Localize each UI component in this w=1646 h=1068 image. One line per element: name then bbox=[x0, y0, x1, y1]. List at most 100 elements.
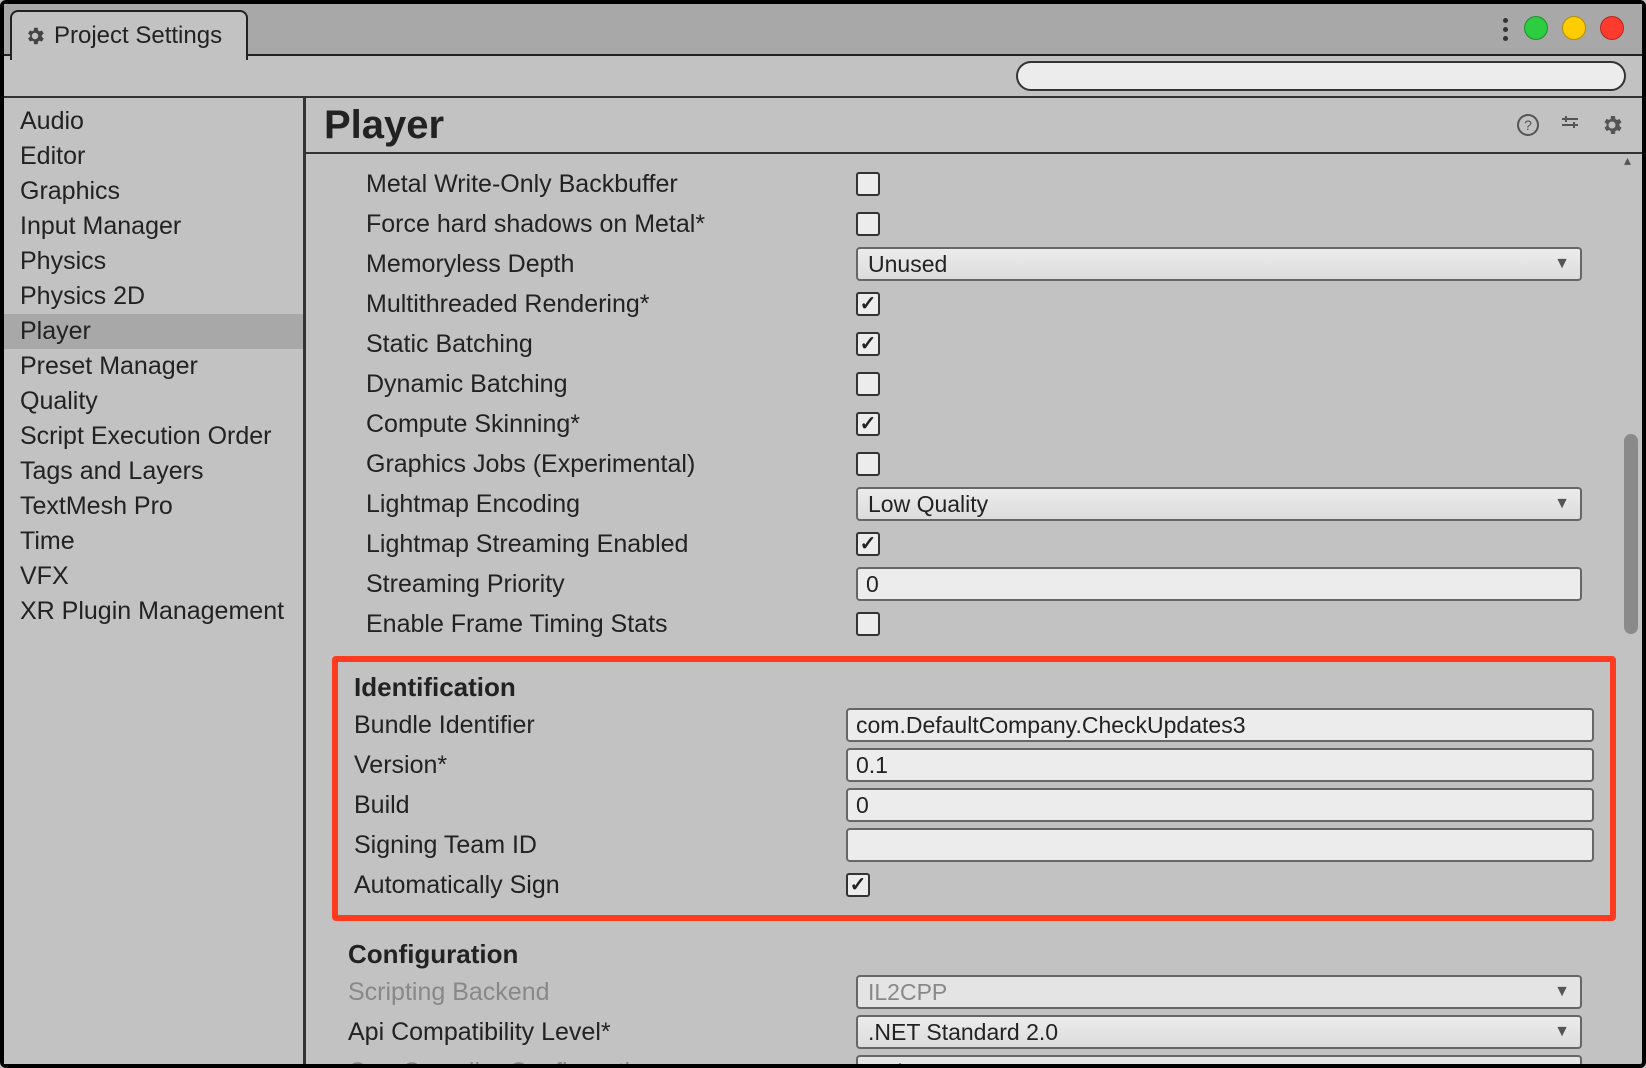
window-controls bbox=[1524, 16, 1624, 40]
settings-icon[interactable] bbox=[1600, 113, 1624, 137]
setting-label: Build bbox=[354, 791, 838, 820]
checkbox[interactable] bbox=[856, 532, 880, 556]
maximize-button[interactable] bbox=[1524, 16, 1548, 40]
kebab-menu-icon[interactable] bbox=[1503, 18, 1508, 41]
setting-label: Automatically Sign bbox=[354, 871, 838, 900]
main-header: Player ? bbox=[306, 98, 1642, 154]
minimize-button[interactable] bbox=[1562, 16, 1586, 40]
gear-icon bbox=[24, 25, 46, 47]
text-input[interactable] bbox=[856, 567, 1582, 601]
sidebar-item-script-execution-order[interactable]: Script Execution Order bbox=[4, 419, 303, 454]
checkbox[interactable] bbox=[856, 212, 880, 236]
scrollbar-thumb[interactable] bbox=[1624, 434, 1638, 634]
setting-label: Metal Write-Only Backbuffer bbox=[348, 170, 848, 199]
setting-row: Signing Team ID bbox=[354, 825, 1594, 865]
dropdown[interactable]: .NET Standard 2.0 ▼ bbox=[856, 1015, 1582, 1049]
sidebar-item-preset-manager[interactable]: Preset Manager bbox=[4, 349, 303, 384]
tab-title: Project Settings bbox=[54, 22, 222, 50]
dropdown-value: Unused bbox=[868, 251, 947, 278]
setting-row: Multithreaded Rendering* bbox=[348, 284, 1582, 324]
setting-row: Scripting Backend IL2CPP▼ bbox=[348, 972, 1582, 1012]
setting-row: Version* bbox=[354, 745, 1594, 785]
sidebar-item-editor[interactable]: Editor bbox=[4, 139, 303, 174]
setting-row: Api Compatibility Level*.NET Standard 2.… bbox=[348, 1012, 1582, 1052]
scrollbar-vertical[interactable] bbox=[1622, 154, 1640, 1064]
page-title: Player bbox=[324, 103, 444, 148]
preset-icon[interactable] bbox=[1558, 113, 1582, 137]
chevron-down-icon: ▼ bbox=[1554, 983, 1570, 1001]
setting-label: Force hard shadows on Metal* bbox=[348, 210, 848, 239]
checkbox[interactable] bbox=[856, 172, 880, 196]
setting-label: Enable Frame Timing Stats bbox=[348, 610, 848, 639]
setting-row: Lightmap EncodingLow Quality▼ bbox=[348, 484, 1582, 524]
setting-label: Compute Skinning* bbox=[348, 410, 848, 439]
checkbox[interactable] bbox=[856, 292, 880, 316]
setting-label: Memoryless Depth bbox=[348, 250, 848, 279]
setting-row: Force hard shadows on Metal* bbox=[348, 204, 1582, 244]
sidebar-item-input-manager[interactable]: Input Manager bbox=[4, 209, 303, 244]
setting-row: Metal Write-Only Backbuffer bbox=[348, 164, 1582, 204]
dropdown: IL2CPP▼ bbox=[856, 975, 1582, 1009]
setting-row: Graphics Jobs (Experimental) bbox=[348, 444, 1582, 484]
setting-row: Enable Frame Timing Stats bbox=[348, 604, 1582, 644]
tab-project-settings[interactable]: Project Settings bbox=[10, 10, 248, 60]
identification-highlight: Identification Bundle Identifier Version*… bbox=[332, 656, 1616, 921]
sidebar-item-physics[interactable]: Physics bbox=[4, 244, 303, 279]
close-button[interactable] bbox=[1600, 16, 1624, 40]
setting-label: Streaming Priority bbox=[348, 570, 848, 599]
search-row bbox=[4, 56, 1642, 98]
text-input[interactable] bbox=[846, 788, 1594, 822]
dropdown[interactable]: Unused ▼ bbox=[856, 247, 1582, 281]
dropdown[interactable]: Low Quality ▼ bbox=[856, 487, 1582, 521]
setting-row: Streaming Priority bbox=[348, 564, 1582, 604]
chevron-down-icon: ▼ bbox=[1554, 1063, 1570, 1064]
dropdown-value: .NET Standard 2.0 bbox=[868, 1019, 1058, 1046]
setting-label: Bundle Identifier bbox=[354, 711, 838, 740]
checkbox[interactable] bbox=[856, 332, 880, 356]
text-input[interactable] bbox=[846, 708, 1594, 742]
sidebar-item-graphics[interactable]: Graphics bbox=[4, 174, 303, 209]
checkbox[interactable] bbox=[856, 412, 880, 436]
sidebar-item-time[interactable]: Time bbox=[4, 524, 303, 559]
dropdown: Release▼ bbox=[856, 1055, 1582, 1064]
chevron-down-icon: ▼ bbox=[1554, 495, 1570, 513]
setting-row: Memoryless Depth Unused ▼ bbox=[348, 244, 1582, 284]
setting-label: Dynamic Batching bbox=[348, 370, 848, 399]
checkbox[interactable] bbox=[846, 873, 870, 897]
chevron-down-icon: ▼ bbox=[1554, 1023, 1570, 1041]
search-input[interactable] bbox=[1016, 61, 1626, 91]
sidebar-item-tags-and-layers[interactable]: Tags and Layers bbox=[4, 454, 303, 489]
checkbox[interactable] bbox=[856, 612, 880, 636]
setting-label: Multithreaded Rendering* bbox=[348, 290, 848, 319]
setting-row: C++ Compiler Configuration Release▼ bbox=[348, 1052, 1582, 1064]
setting-label: Lightmap Streaming Enabled bbox=[348, 530, 848, 559]
setting-row: Automatically Sign bbox=[354, 865, 1594, 905]
checkbox[interactable] bbox=[856, 452, 880, 476]
setting-row: Static Batching bbox=[348, 324, 1582, 364]
main-scroll[interactable]: Metal Write-Only Backbuffer Force hard sh… bbox=[306, 154, 1642, 1064]
help-icon[interactable]: ? bbox=[1516, 113, 1540, 137]
text-input[interactable] bbox=[846, 828, 1594, 862]
chevron-down-icon: ▼ bbox=[1554, 255, 1570, 273]
sidebar-item-textmesh-pro[interactable]: TextMesh Pro bbox=[4, 489, 303, 524]
titlebar: Project Settings bbox=[4, 4, 1642, 56]
setting-label: C++ Compiler Configuration bbox=[348, 1058, 848, 1065]
sidebar-item-audio[interactable]: Audio bbox=[4, 104, 303, 139]
sidebar-item-xr-plugin-management[interactable]: XR Plugin Management bbox=[4, 594, 303, 629]
setting-row: Compute Skinning* bbox=[348, 404, 1582, 444]
dropdown-value: Low Quality bbox=[868, 491, 988, 518]
setting-row: Bundle Identifier bbox=[354, 705, 1594, 745]
setting-label: Signing Team ID bbox=[354, 831, 838, 860]
checkbox[interactable] bbox=[856, 372, 880, 396]
svg-text:?: ? bbox=[1524, 117, 1532, 133]
setting-label: Static Batching bbox=[348, 330, 848, 359]
text-input[interactable] bbox=[846, 748, 1594, 782]
sidebar-item-quality[interactable]: Quality bbox=[4, 384, 303, 419]
setting-row: Lightmap Streaming Enabled bbox=[348, 524, 1582, 564]
setting-label: Scripting Backend bbox=[348, 978, 848, 1007]
setting-row: Build bbox=[354, 785, 1594, 825]
sidebar-item-vfx[interactable]: VFX bbox=[4, 559, 303, 594]
section-title-identification: Identification bbox=[354, 666, 1594, 705]
sidebar-item-player[interactable]: Player bbox=[4, 314, 303, 349]
sidebar-item-physics-2d[interactable]: Physics 2D bbox=[4, 279, 303, 314]
